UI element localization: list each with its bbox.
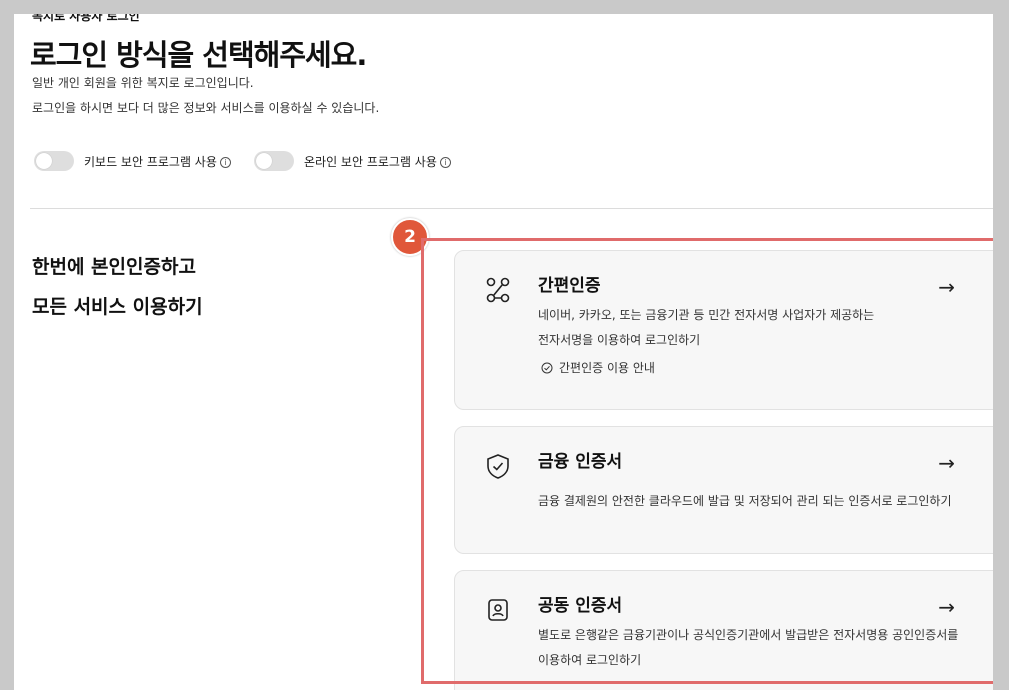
card-title: 공동 인증서 bbox=[538, 596, 623, 616]
simple-auth-card[interactable]: 간편인증 → 네이버, 카카오, 또는 금융기관 등 민간 전자서명 사업자가 … bbox=[454, 250, 993, 410]
financial-cert-card[interactable]: 금융 인증서 → 금융 결제원의 안전한 클라우드에 발급 및 저장되어 관리 … bbox=[454, 426, 993, 554]
arrow-right-icon[interactable]: → bbox=[938, 275, 955, 299]
section-divider bbox=[30, 208, 993, 209]
card-description: 금융 결제원의 안전한 클라우드에 발급 및 저장되어 관리 되는 인증서로 로… bbox=[538, 494, 952, 508]
card-title: 간편인증 bbox=[538, 276, 601, 296]
card-title: 금융 인증서 bbox=[538, 452, 623, 472]
simple-auth-guide-link[interactable]: 간편인증 이용 안내 bbox=[541, 359, 655, 376]
id-card-icon bbox=[488, 599, 508, 621]
online-security-toggle[interactable] bbox=[254, 151, 294, 171]
breadcrumb: 복지로 사용자 로그인 bbox=[32, 14, 140, 23]
info-icon[interactable]: i bbox=[439, 156, 451, 168]
arrow-right-icon[interactable]: → bbox=[938, 595, 955, 619]
keyboard-security-label: 키보드 보안 프로그램 사용 i bbox=[84, 153, 231, 170]
page-title: 로그인 방식을 선택해주세요. bbox=[30, 38, 367, 72]
online-security-toggle-row: 온라인 보안 프로그램 사용 i bbox=[254, 150, 451, 172]
promo-text: 한번에 본인인증하고 모든 서비스 이용하기 bbox=[32, 247, 203, 327]
keyboard-security-toggle[interactable] bbox=[34, 151, 74, 171]
page-description-2: 로그인을 하시면 보다 더 많은 정보와 서비스를 이용하실 수 있습니다. bbox=[32, 101, 380, 115]
toggle-knob bbox=[36, 153, 52, 169]
arrow-right-icon[interactable]: → bbox=[938, 451, 955, 475]
card-description: 별도로 은행같은 금융기관이나 공식인증기관에서 발급받은 전자서명용 공인인증… bbox=[538, 628, 959, 667]
route-icon bbox=[486, 277, 510, 303]
login-page: 복지로 사용자 로그인 로그인 방식을 선택해주세요. 일반 개인 회원을 위한… bbox=[14, 14, 993, 690]
toggle-knob bbox=[256, 153, 272, 169]
joint-cert-card[interactable]: 공동 인증서 → 별도로 은행같은 금융기관이나 공식인증기관에서 발급받은 전… bbox=[454, 570, 993, 690]
card-description: 네이버, 카카오, 또는 금융기관 등 민간 전자서명 사업자가 제공하는 전자… bbox=[538, 308, 875, 347]
keyboard-security-toggle-row: 키보드 보안 프로그램 사용 i bbox=[34, 150, 231, 172]
info-icon[interactable]: i bbox=[219, 156, 231, 168]
promo-line-1: 한번에 본인인증하고 bbox=[32, 256, 196, 278]
online-security-label: 온라인 보안 프로그램 사용 i bbox=[304, 153, 451, 170]
check-circle-icon bbox=[541, 362, 553, 373]
shield-check-icon bbox=[487, 454, 509, 479]
promo-line-2: 모든 서비스 이용하기 bbox=[32, 296, 203, 318]
page-description-1: 일반 개인 회원을 위한 복지로 로그인입니다. bbox=[32, 76, 254, 90]
annotation-step-badge: 2 bbox=[391, 218, 429, 256]
